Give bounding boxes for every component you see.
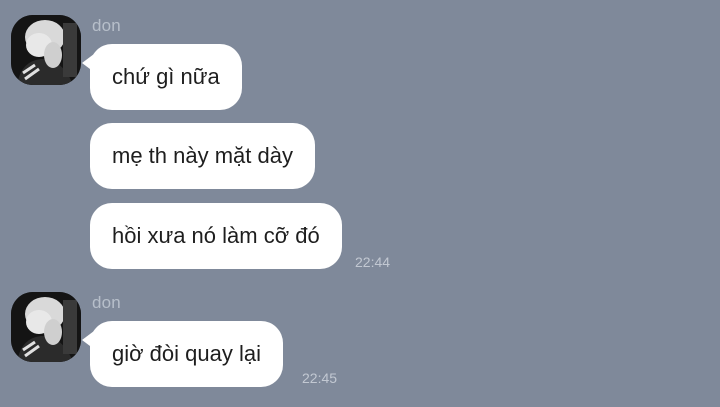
sender-name: don <box>92 16 121 35</box>
message-bubble[interactable]: chứ gì nữa <box>82 44 242 110</box>
message-bubble[interactable]: giờ đòi quay lại <box>82 321 283 387</box>
message-timestamp: 22:45 <box>302 370 338 386</box>
user-avatar[interactable] <box>11 292 81 362</box>
avatar-photo-icon <box>11 15 81 85</box>
message-bubble[interactable]: hồi xưa nó làm cỡ đó <box>90 203 342 269</box>
message-timestamp: 22:44 <box>355 254 391 270</box>
avatar-photo-icon <box>11 292 81 362</box>
message-bubble[interactable]: mẹ th này mặt dày <box>90 123 315 189</box>
chat-view[interactable]: don chứ gì nữa mẹ th này mặt dày hồi xưa… <box>0 0 720 407</box>
user-avatar[interactable] <box>11 15 81 85</box>
sender-name: don <box>92 293 121 312</box>
